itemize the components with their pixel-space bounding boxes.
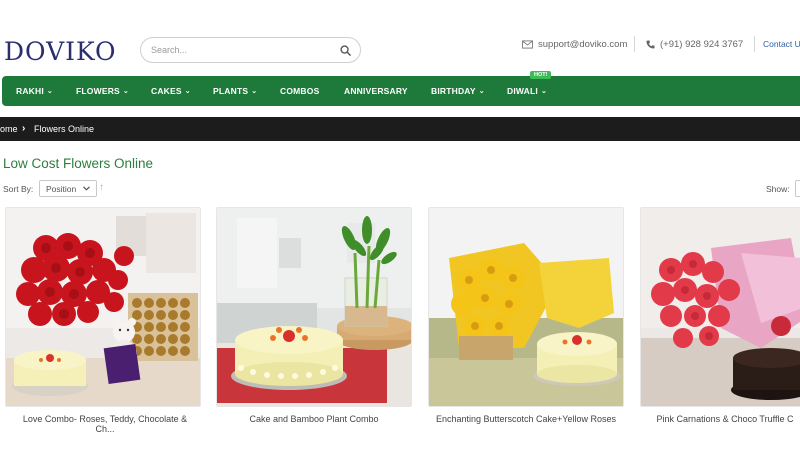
product-image-carnations-truffle[interactable]: [640, 207, 800, 407]
product-image-cake-bamboo[interactable]: [216, 207, 412, 407]
sort-select[interactable]: Position: [39, 180, 97, 197]
email-text: support@doviko.com: [538, 38, 628, 50]
search-icon[interactable]: [338, 43, 352, 57]
sort-value: Position: [46, 183, 77, 194]
breadcrumb: ome › Flowers Online: [0, 117, 800, 141]
nav-item-anniversary[interactable]: ANNIVERSARY: [344, 76, 408, 106]
nav-label: CAKES: [151, 86, 182, 96]
breadcrumb-current: Flowers Online: [34, 124, 95, 134]
nav-item-diwali[interactable]: DIWALI ⌄: [507, 76, 547, 106]
divider: [634, 36, 635, 52]
nav-label: FLOWERS: [76, 86, 120, 96]
nav-item-birthday[interactable]: BIRTHDAY ⌄: [431, 76, 485, 106]
nav-item-rakhi[interactable]: RAKHI ⌄: [16, 76, 53, 106]
product-name[interactable]: Love Combo- Roses, Teddy, Chocolate & Ch…: [0, 414, 210, 434]
support-phone[interactable]: (+91) 928 924 3767: [646, 37, 743, 51]
nav-label: DIWALI: [507, 86, 538, 96]
chevron-down-icon: ⌄: [184, 88, 191, 95]
phone-text: (+91) 928 924 3767: [660, 38, 744, 50]
product-name[interactable]: Cake and Bamboo Plant Combo: [209, 414, 419, 424]
product-name-line: Ch...: [95, 424, 115, 434]
phone-icon: [646, 39, 655, 49]
page-title: Low Cost Flowers Online: [3, 156, 154, 171]
chevron-down-icon: ⌄: [540, 88, 548, 95]
chevron-down-icon: [83, 186, 90, 191]
hot-badge: HOT!: [530, 71, 552, 79]
envelope-icon: [522, 39, 533, 49]
chevron-down-icon: ⌄: [122, 88, 129, 95]
nav-item-flowers[interactable]: FLOWERS ⌄: [76, 76, 129, 106]
sort-label: Sort By:: [3, 184, 34, 194]
site-logo[interactable]: DOVIKO: [4, 36, 117, 66]
chevron-down-icon: ⌄: [251, 88, 258, 95]
breadcrumb-home[interactable]: ome: [0, 124, 18, 134]
nav-label: RAKHI: [16, 86, 44, 96]
divider: [754, 36, 755, 52]
nav-label: ANNIVERSARY: [344, 86, 408, 96]
show-select[interactable]: [795, 180, 800, 197]
contact-us-link[interactable]: Contact Us: [763, 39, 800, 49]
search-input[interactable]: [151, 45, 338, 55]
arrow-up-icon[interactable]: ↑: [99, 182, 104, 193]
search-bar: [140, 37, 361, 63]
product-name-line: Love Combo- Roses, Teddy, Chocolate &: [22, 414, 188, 424]
chevron-down-icon: ⌄: [46, 88, 53, 95]
show-label: Show:: [766, 184, 790, 194]
product-name[interactable]: Enchanting Butterscotch Cake+Yellow Rose…: [421, 414, 631, 424]
nav-label: PLANTS: [213, 86, 249, 96]
nav-item-cakes[interactable]: CAKES ⌄: [151, 76, 191, 106]
chevron-down-icon: ⌄: [478, 88, 485, 95]
nav-label: COMBOS: [280, 86, 320, 96]
nav-item-plants[interactable]: PLANTS ⌄: [213, 76, 257, 106]
nav-item-combos[interactable]: COMBOS: [280, 76, 319, 106]
chevron-right-icon: ›: [22, 123, 26, 134]
support-email[interactable]: support@doviko.com: [522, 37, 627, 51]
product-image-butterscotch-roses[interactable]: [428, 207, 624, 407]
nav-label: BIRTHDAY: [431, 86, 476, 96]
product-image-love-combo[interactable]: [5, 207, 201, 407]
product-name[interactable]: Pink Carnations & Choco Truffle C: [640, 414, 800, 424]
logo-text: DOVIKO: [4, 36, 117, 66]
